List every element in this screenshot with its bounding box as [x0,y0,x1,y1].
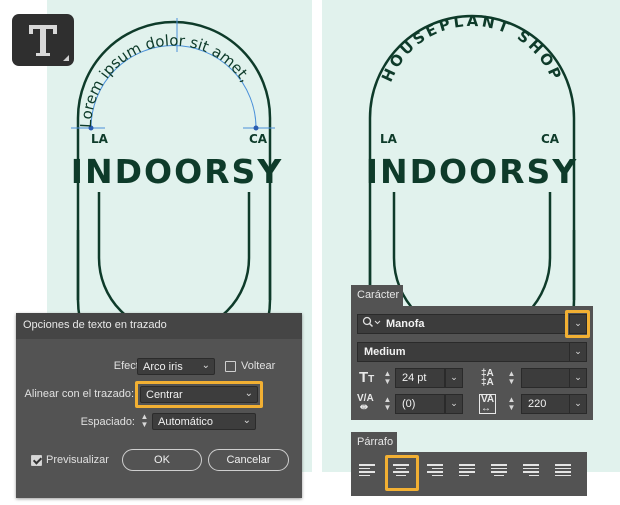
font-family-value: Manofa [386,318,425,330]
path-type-text[interactable]: Lorem ipsum dolor sit amet, [77,31,255,128]
chevron-down-icon: ⌄ [242,415,251,426]
font-style-field[interactable]: Medium [357,342,571,362]
character-panel: Manofa ⌄ Medium ⌄ TT ▲ ▼ 24 pt ⌄ ‡A ‡A ▲ ▼ … [351,306,593,420]
kerning-dropdown[interactable]: ⌄ [445,394,463,414]
preview-checkbox[interactable] [31,455,42,466]
tool-flyout-indicator [63,55,69,61]
path-type-text: HOUSEPLANT SHOP [378,12,566,85]
font-size-icon: TT [359,369,375,386]
align-left-icon [359,464,383,476]
type-tool-button[interactable] [12,14,74,66]
font-family-dropdown-button[interactable]: ⌄ [569,314,587,334]
font-size-dropdown[interactable]: ⌄ [445,368,463,388]
chevron-down-icon: ⌄ [574,346,582,356]
left-location-label: LA [91,132,109,146]
tab-paragraph[interactable]: Párrafo [351,432,397,452]
inner-badge-outline [97,192,251,335]
tracking-dropdown[interactable]: ⌄ [569,394,587,414]
chevron-down-icon: ⌄ [201,360,210,371]
left-location-label: LA [380,132,398,146]
chevron-down-icon: ⌄ [574,372,582,382]
right-location-label: CA [249,132,268,146]
align-to-path-select[interactable]: Centrar ⌄ [140,386,258,403]
kerning-icon: V/A ⇹ [357,393,374,413]
kerning-stepper[interactable]: ▲ ▼ [383,396,392,413]
tracking-input[interactable]: 220 [521,394,571,414]
justify-left-button[interactable] [459,462,483,486]
align-right-button[interactable] [427,462,451,486]
right-location-label: CA [541,132,560,146]
flip-label: Voltear [241,360,276,372]
align-left-button[interactable] [359,462,383,486]
tracking-icon: VA ↔ [479,394,497,414]
effect-value: Arco iris [143,361,183,373]
font-size-value: 24 pt [402,372,427,384]
chevron-down-icon: ⌄ [574,318,582,328]
kerning-value: (0) [402,398,416,410]
align-label: Alinear con el trazado: [24,388,134,400]
font-style-dropdown-button[interactable]: ⌄ [569,342,587,362]
spacing-stepper-icon[interactable]: ▲ ▼ [140,413,149,430]
chevron-down-icon: ⌄ [450,398,458,408]
align-center-icon [393,464,417,476]
justify-left-icon [459,464,483,476]
flip-checkbox[interactable] [225,361,236,372]
brand-title: INDOORSY [366,152,578,191]
font-size-stepper[interactable]: ▲ ▼ [383,370,392,387]
justify-right-icon [523,464,547,476]
leading-dropdown[interactable]: ⌄ [569,368,587,388]
justify-right-button[interactable] [523,462,547,486]
spacing-value: Automático [158,416,214,428]
ok-button[interactable]: OK [122,449,202,471]
brand-title: INDOORSY [71,152,283,191]
spacing-select[interactable]: Automático ⌄ [152,413,256,430]
justify-center-button[interactable] [491,462,515,486]
leading-stepper[interactable]: ▲ ▼ [507,370,516,387]
anchor-point[interactable] [253,125,259,131]
chevron-down-icon: ⌄ [450,372,458,382]
cancel-button[interactable]: Cancelar [208,449,289,471]
leading-input[interactable] [521,368,571,388]
tracking-stepper[interactable]: ▲ ▼ [507,396,516,413]
preview-label: Previsualizar [46,454,109,466]
spacing-label: Espaciado: [80,416,135,428]
paragraph-panel [351,452,587,496]
tracking-value: 220 [528,398,547,410]
chevron-down-icon: ⌄ [574,398,582,408]
tab-character[interactable]: Carácter [351,285,403,306]
chevron-down-icon: ⌄ [244,388,253,399]
align-right-icon [427,464,451,476]
justify-all-button[interactable] [555,462,579,486]
dialog-title: Opciones de texto en trazado [16,313,302,339]
align-value: Centrar [146,389,183,401]
leading-icon: ‡A ‡A [481,368,494,388]
effect-label: Efecto: [113,360,148,372]
align-center-button[interactable] [393,462,417,486]
justify-center-icon [491,464,515,476]
font-style-value: Medium [364,346,406,358]
font-family-field[interactable]: Manofa [357,314,567,334]
justify-all-icon [555,464,579,476]
font-size-input[interactable]: 24 pt [395,368,445,388]
type-on-path-options-dialog: Opciones de texto en trazado Efecto: Arc… [16,313,302,498]
kerning-input[interactable]: (0) [395,394,445,414]
effect-select[interactable]: Arco iris ⌄ [137,358,215,375]
search-icon [362,316,382,335]
